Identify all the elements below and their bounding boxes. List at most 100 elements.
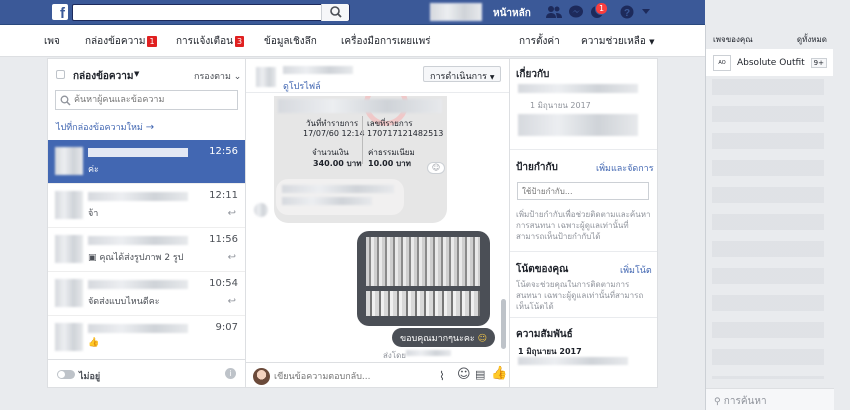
conversation-name (88, 236, 188, 245)
global-search-input[interactable] (72, 4, 350, 21)
thumbs-up-icon: 👍 (88, 338, 100, 348)
conversation-item[interactable]: ▣ คุณได้ส่งรูปภาพ 2 รูป 11:56 ↩ (48, 228, 245, 272)
inbox-footer: ไม่อยู่ i (48, 359, 245, 387)
profile-shortcut[interactable] (430, 3, 482, 21)
add-note-link[interactable]: เพิ่มโน้ต (620, 263, 652, 277)
manage-tags-link[interactable]: เพิ่มและจัดการ (596, 161, 654, 175)
nav-notifications-label: การแจ้งเตือน (176, 36, 233, 47)
page-item[interactable]: AO Absolute Outfit 9+ (706, 49, 833, 76)
inbox-search-input[interactable] (74, 93, 234, 107)
conversation-preview: ค่ะ (88, 165, 99, 175)
messages-icon[interactable] (568, 5, 584, 19)
tags-input[interactable] (517, 182, 649, 200)
avatar (55, 323, 83, 351)
inbox-dropdown-icon[interactable]: ▼ (134, 70, 139, 78)
notification-badge: 1 (595, 2, 609, 15)
conversation-name (88, 324, 188, 333)
reply-input[interactable] (274, 370, 424, 384)
chevron-down-icon: ▼ (489, 74, 495, 81)
conversation-preview-text: คุณได้ส่งรูปภาพ 2 รูป (99, 253, 184, 263)
thumbs-up-icon[interactable]: 👍 (491, 366, 507, 381)
view-profile-link[interactable]: ดูโปรไฟล์ (283, 79, 321, 93)
help-icon[interactable]: ? (620, 5, 636, 19)
account-menu-icon[interactable] (641, 8, 657, 22)
chevron-down-icon: ⌄ (233, 72, 242, 82)
nav-publishing-tools[interactable]: เครื่องมือการเผยแพร่ (341, 34, 431, 49)
right-sidebar: เพจของคุณ ดูทั้งหมด AO Absolute Outfit 9… (705, 25, 834, 410)
add-reaction-icon[interactable]: ☺ (427, 162, 445, 174)
receipt-ref-value: 170717121482513 (367, 129, 444, 138)
filter-label: กรองตาม (194, 72, 231, 82)
away-status-label: ไม่อยู่ (79, 372, 101, 382)
your-pages-label: เพจของคุณ (713, 35, 753, 44)
page-count-badge: 9+ (810, 57, 827, 68)
new-inbox-link[interactable]: ไปที่กล่องข้อความใหม่ → (56, 120, 154, 134)
receipt-fee-value: 10.00 บาท (368, 159, 411, 168)
attachment-icon[interactable]: ⌇ (439, 369, 445, 383)
conversation-item[interactable]: จ้า 12:11 ↩ (48, 184, 245, 228)
sender-avatar (254, 203, 268, 217)
nav-inbox[interactable]: กล่องข้อความ 1 (85, 34, 157, 49)
notes-help-text: โน้ตจะช่วยคุณในการติดตามการสนทนา เฉพาะผู… (516, 280, 644, 311)
saved-replies-icon[interactable]: ▤ (475, 368, 485, 381)
your-pages-header: เพจของคุณ ดูทั้งหมด (706, 25, 833, 49)
search-icon (330, 6, 342, 18)
chat-panel: ดูโปรไฟล์ การดำเนินการ ▼ วันที่ทำรายการ … (246, 58, 509, 388)
select-all-checkbox[interactable] (56, 70, 65, 79)
sent-by-name (406, 350, 451, 356)
conversation-time: 12:56 (209, 146, 238, 157)
relationship-line (518, 357, 628, 365)
reply-icon: ↩ (227, 296, 236, 307)
chevron-down-icon: ▼ (649, 38, 655, 46)
info-icon[interactable]: i (225, 368, 236, 379)
arrow-right-icon: → (145, 122, 155, 133)
contacts-list[interactable] (712, 79, 824, 379)
conversation-item[interactable]: จัดส่งแบบไหนดีคะ 10:54 ↩ (48, 272, 245, 316)
composer: ⌇ ☺ ▤ 👍 (246, 362, 509, 389)
conversation-item[interactable]: 👍 9:07 (48, 316, 245, 360)
nav-settings[interactable]: การตั้งค่า (519, 34, 560, 49)
incoming-message (276, 179, 404, 215)
relationship-title: ความสัมพันธ์ (516, 329, 573, 340)
nav-insights[interactable]: ข้อมูลเชิงลึก (264, 34, 317, 49)
see-all-link[interactable]: ดูทั้งหมด (797, 33, 827, 49)
conversation-preview: จ้า (88, 209, 99, 219)
filter-dropdown[interactable]: กรองตาม ⌄ (194, 69, 241, 83)
outgoing-message: ขอบคุณมากๆนะคะ ☺ (392, 328, 496, 347)
search-icon: ⚲ (714, 397, 721, 407)
conversation-time: 11:56 (209, 234, 238, 245)
chat-scrollbar[interactable] (501, 299, 506, 349)
conversation-time: 10:54 (209, 278, 238, 289)
page-nav: เพจ กล่องข้อความ 1 การแจ้งเตือน 3 ข้อมูลเช… (0, 25, 705, 57)
sidebar-search[interactable]: ⚲ การค้นหา (706, 388, 834, 410)
emoji-icon[interactable]: ☺ (457, 367, 471, 382)
photo-icon: ▣ (88, 253, 97, 263)
svg-text:?: ? (624, 8, 630, 19)
reply-icon: ↩ (227, 208, 236, 219)
search-button[interactable] (321, 4, 349, 21)
avatar (55, 191, 83, 219)
conversation-preview: จัดส่งแบบไหนดีคะ (88, 297, 160, 307)
details-panel: เกี่ยวกับ 1 มิถุนายน 2017 ป้ายกำกับ เพิ่… (509, 58, 658, 388)
reply-icon: ↩ (227, 252, 236, 263)
receipt-date-value: 17/07/60 12:14 (303, 129, 365, 138)
smile-emoji-icon: ☺ (477, 334, 488, 344)
receipt-blurred-header (278, 99, 442, 113)
actions-label: การดำเนินการ (430, 72, 487, 82)
actions-dropdown[interactable]: การดำเนินการ ▼ (423, 66, 501, 82)
inbox-search[interactable] (55, 90, 238, 110)
home-link[interactable]: หน้าหลัก (493, 6, 531, 21)
conversation-item[interactable]: ค่ะ 12:56 (48, 140, 245, 184)
nav-notifications[interactable]: การแจ้งเตือน 3 (176, 34, 245, 49)
chat-avatar (256, 67, 276, 87)
conversation-time: 9:07 (215, 322, 238, 333)
notes-title: โน้ตของคุณ (516, 264, 569, 275)
friend-requests-icon[interactable] (546, 5, 562, 19)
nav-help[interactable]: ความช่วยเหลือ ▼ (581, 34, 655, 49)
away-toggle[interactable] (57, 370, 75, 379)
facebook-logo[interactable]: f (52, 4, 68, 20)
nav-page[interactable]: เพจ (44, 34, 60, 49)
search-icon (60, 95, 71, 106)
outgoing-image[interactable] (357, 231, 490, 326)
receipt-amount-value: 340.00 บาท (313, 159, 362, 168)
